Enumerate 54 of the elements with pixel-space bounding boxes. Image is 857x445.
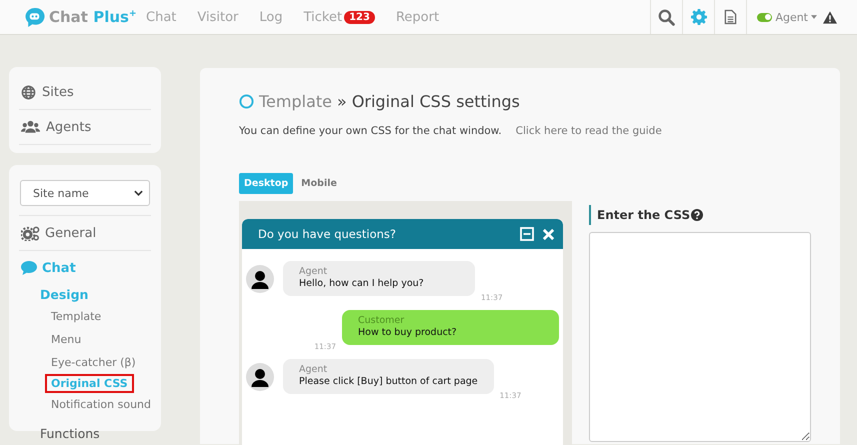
- count-badge: 123: [344, 10, 375, 24]
- menu-item[interactable]: Eye-catcher (β): [45, 351, 142, 374]
- status-toggle[interactable]: [757, 12, 772, 22]
- sender-name: Customer: [358, 315, 406, 327]
- menu-item[interactable]: Notification sound: [45, 393, 157, 416]
- menu-item[interactable]: Menu: [45, 328, 88, 351]
- avatar-icon: [246, 362, 274, 390]
- menu-item[interactable]: Template: [45, 305, 108, 328]
- nav-link[interactable]: Log: [259, 10, 283, 24]
- minimize-icon[interactable]: [520, 227, 534, 241]
- message-text: How to buy product?: [358, 327, 457, 338]
- chevron-down-icon: [134, 190, 143, 196]
- nav-link[interactable]: Ticket: [304, 10, 342, 24]
- menu-group[interactable]: Design: [40, 287, 151, 302]
- nav-link[interactable]: Visitor: [197, 10, 238, 24]
- breadcrumb-link[interactable]: Template: [259, 92, 332, 111]
- site-select[interactable]: Site name: [20, 180, 150, 206]
- logo-text: Chat Plus$^{+}$: [49, 8, 136, 26]
- sidebar-item[interactable]: Sites: [19, 75, 151, 110]
- globe-icon: [21, 84, 36, 100]
- sidebar-item[interactable]: Agents: [19, 110, 151, 145]
- description-text: You can define your own CSS for the chat window.: [239, 125, 502, 137]
- warning-icon: [823, 10, 837, 24]
- nav-link[interactable]: Chat: [146, 10, 176, 24]
- agent-menu[interactable]: Agent: [775, 10, 808, 24]
- sender-name: Agent: [299, 364, 328, 376]
- css-input-field[interactable]: [589, 232, 811, 442]
- menu-group[interactable]: Functions: [40, 426, 151, 441]
- avatar-icon: [246, 264, 274, 292]
- chat-bubble-logo-icon: [24, 6, 45, 28]
- sender-name: Agent: [299, 266, 328, 278]
- section-label: Enter the CSS: [597, 208, 690, 222]
- close-icon[interactable]: [542, 228, 555, 240]
- settings-icon: [690, 9, 707, 25]
- caret-icon: [811, 15, 817, 19]
- search-icon: [658, 8, 676, 26]
- device-tab[interactable]: Desktop: [239, 173, 294, 194]
- guide-link[interactable]: Click here to read the guide: [516, 125, 662, 137]
- menu-item[interactable]: Original CSS: [45, 374, 134, 393]
- page-title: Original CSS settings: [352, 92, 520, 111]
- message-text: Hello, how can I help you?: [299, 278, 424, 289]
- sidebar-item[interactable]: Chat: [19, 250, 151, 285]
- device-tab[interactable]: Mobile: [296, 173, 342, 194]
- sidebar-item[interactable]: General: [19, 215, 151, 250]
- speech-bubble-icon: [21, 261, 37, 275]
- chat-title: Do you have questions?: [258, 227, 397, 241]
- document-icon: [724, 9, 738, 25]
- circle-icon: [239, 94, 254, 109]
- gears-icon: [21, 226, 40, 240]
- nav-link[interactable]: Report: [396, 10, 440, 24]
- message-text: Please click [Buy] button of cart page: [299, 376, 478, 387]
- help-icon[interactable]: [691, 209, 704, 221]
- users-icon: [21, 120, 40, 134]
- breadcrumb-separator: »: [337, 92, 347, 111]
